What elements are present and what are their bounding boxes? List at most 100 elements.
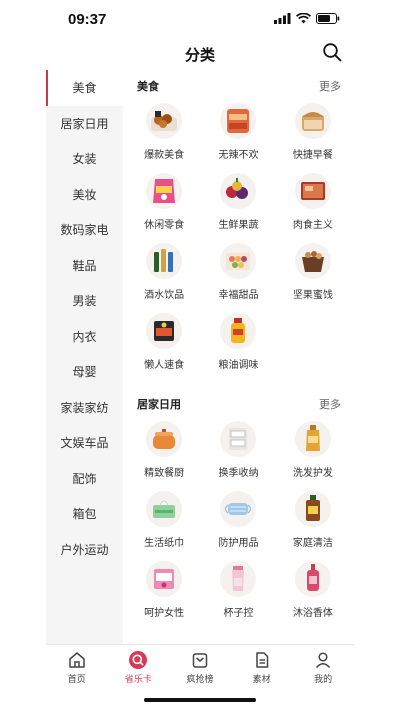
category-item[interactable]: 快捷早餐 — [276, 98, 350, 168]
status-bar: 09:37 — [0, 0, 400, 38]
more-link[interactable]: 更多 — [319, 396, 341, 412]
category-item-label: 懒人速食 — [144, 360, 185, 371]
page-title: 分类 — [184, 47, 215, 64]
tissue-icon — [146, 491, 183, 527]
category-item[interactable]: 洗发护发 — [276, 416, 350, 486]
category-content: 美食 更多 爆款美食 无辣不欢 快捷早餐 休闲零食 生鲜果蔬 肉食主义 酒水饮品 幸福甜品 坚果蜜饯… — [123, 70, 354, 644]
oil-bottle-icon — [220, 313, 257, 349]
sidebar-item[interactable]: 母婴 — [46, 354, 123, 390]
tab-label: 素材 — [252, 674, 271, 684]
category-item[interactable]: 坚果蜜饯 — [276, 238, 350, 308]
fried-chicken-icon — [146, 103, 183, 139]
category-item[interactable]: 生活纸巾 — [127, 486, 201, 556]
category-item-label: 换季收纳 — [218, 468, 259, 479]
category-sidebar: 美食居家日用女装美妆数码家电鞋品男装内衣母婴家装家纺文娱车品配饰箱包户外运动 — [46, 70, 123, 644]
sidebar-item-label: 文娱车品 — [60, 436, 109, 451]
category-item[interactable]: 懒人速食 — [127, 308, 201, 378]
category-item-label: 爆款美食 — [144, 150, 185, 161]
category-item-label: 生活纸巾 — [144, 538, 185, 549]
sidebar-item[interactable]: 美食 — [46, 70, 123, 106]
category-item[interactable]: 粮油调味 — [201, 308, 275, 378]
tab-document[interactable]: 素材 — [231, 645, 293, 686]
search-icon[interactable] — [322, 42, 342, 62]
category-item[interactable]: 休闲零食 — [127, 168, 201, 238]
sidebar-item[interactable]: 箱包 — [46, 496, 123, 532]
storage-drawer-icon — [220, 421, 257, 457]
sidebar-item-label: 户外运动 — [60, 542, 109, 557]
signal-icon — [274, 13, 291, 24]
more-link[interactable]: 更多 — [319, 78, 341, 94]
instant-food-icon — [146, 313, 183, 349]
sidebar-item[interactable]: 男装 — [46, 283, 123, 319]
profile-icon — [316, 652, 331, 669]
sidebar-item-label: 鞋品 — [72, 258, 97, 273]
category-item-label: 休闲零食 — [144, 220, 185, 231]
category-item[interactable]: 酒水饮品 — [127, 238, 201, 308]
category-item[interactable]: 幸福甜品 — [201, 238, 275, 308]
battery-icon — [316, 13, 340, 24]
category-item[interactable]: 生鲜果蔬 — [201, 168, 275, 238]
status-icons — [274, 13, 340, 24]
sidebar-item-label: 配饰 — [72, 471, 97, 486]
category-item-label: 幸福甜品 — [218, 290, 259, 301]
sidebar-item[interactable]: 女装 — [46, 141, 123, 177]
pot-icon — [146, 421, 183, 457]
tab-search-circle[interactable]: 省乐卡 — [108, 645, 170, 686]
category-item[interactable]: 杯子控 — [201, 556, 275, 626]
category-item[interactable]: 沐浴香体 — [276, 556, 350, 626]
sidebar-item[interactable]: 内衣 — [46, 319, 123, 355]
spicy-snack-icon — [220, 103, 257, 139]
category-grid: 精致餐厨 换季收纳 洗发护发生活纸巾 防护用品 家庭清洁呵护女性 杯子控 沐浴香体 — [123, 416, 354, 626]
category-item[interactable]: 换季收纳 — [201, 416, 275, 486]
tab-label: 我的 — [314, 674, 333, 684]
sidebar-item[interactable]: 家装家纺 — [46, 390, 123, 426]
sidebar-item-label: 男装 — [72, 294, 97, 309]
tab-label: 首页 — [67, 674, 86, 684]
ranking-icon — [192, 653, 208, 668]
sidebar-item[interactable]: 户外运动 — [46, 532, 123, 568]
category-item[interactable]: 无辣不欢 — [201, 98, 275, 168]
sidebar-item-label: 居家日用 — [60, 116, 109, 131]
section-title: 美食 — [137, 81, 159, 93]
shampoo-icon — [294, 421, 331, 457]
snack-bag-icon — [146, 173, 183, 209]
category-item-label: 坚果蜜饯 — [292, 290, 333, 301]
tab-label: 省乐卡 — [124, 674, 152, 684]
fruit-icon — [220, 173, 257, 209]
tab-ranking[interactable]: 疯抢榜 — [169, 645, 231, 686]
category-item-label: 呵护女性 — [144, 608, 185, 619]
category-item[interactable]: 防护用品 — [201, 486, 275, 556]
sidebar-item-label: 内衣 — [72, 329, 97, 344]
category-item[interactable]: 肉食主义 — [276, 168, 350, 238]
category-item-label: 粮油调味 — [218, 360, 259, 371]
tab-home[interactable]: 首页 — [46, 645, 108, 686]
tab-label: 疯抢榜 — [186, 674, 214, 684]
sidebar-item-label: 美食 — [72, 81, 97, 96]
sidebar-item[interactable]: 美妆 — [46, 177, 123, 213]
nav-bar: 分类 — [46, 38, 354, 68]
category-item[interactable]: 家庭清洁 — [276, 486, 350, 556]
sidebar-item-label: 家装家纺 — [60, 400, 109, 415]
sidebar-item[interactable]: 居家日用 — [46, 106, 123, 142]
category-item-label: 防护用品 — [218, 538, 259, 549]
category-item-label: 肉食主义 — [292, 220, 333, 231]
sidebar-item[interactable]: 数码家电 — [46, 212, 123, 248]
sidebar-item-label: 母婴 — [72, 365, 97, 380]
home-icon — [69, 652, 85, 668]
category-item-label: 沐浴香体 — [292, 608, 333, 619]
face-mask-icon — [220, 491, 257, 527]
tab-profile[interactable]: 我的 — [292, 645, 354, 686]
sidebar-item[interactable]: 鞋品 — [46, 248, 123, 284]
cup-icon — [220, 561, 257, 597]
category-item[interactable]: 爆款美食 — [127, 98, 201, 168]
sidebar-item-label: 美妆 — [72, 187, 97, 202]
category-grid: 爆款美食 无辣不欢 快捷早餐休闲零食 生鲜果蔬 肉食主义酒水饮品 幸福甜品 坚果蜜饯懒人速食… — [123, 98, 354, 378]
category-item[interactable]: 呵护女性 — [127, 556, 201, 626]
category-item[interactable]: 精致餐厨 — [127, 416, 201, 486]
sidebar-item[interactable]: 文娱车品 — [46, 425, 123, 461]
home-indicator — [144, 698, 256, 702]
bread-icon — [294, 103, 331, 139]
sidebar-item[interactable]: 配饰 — [46, 461, 123, 497]
category-item-label: 家庭清洁 — [292, 538, 333, 549]
